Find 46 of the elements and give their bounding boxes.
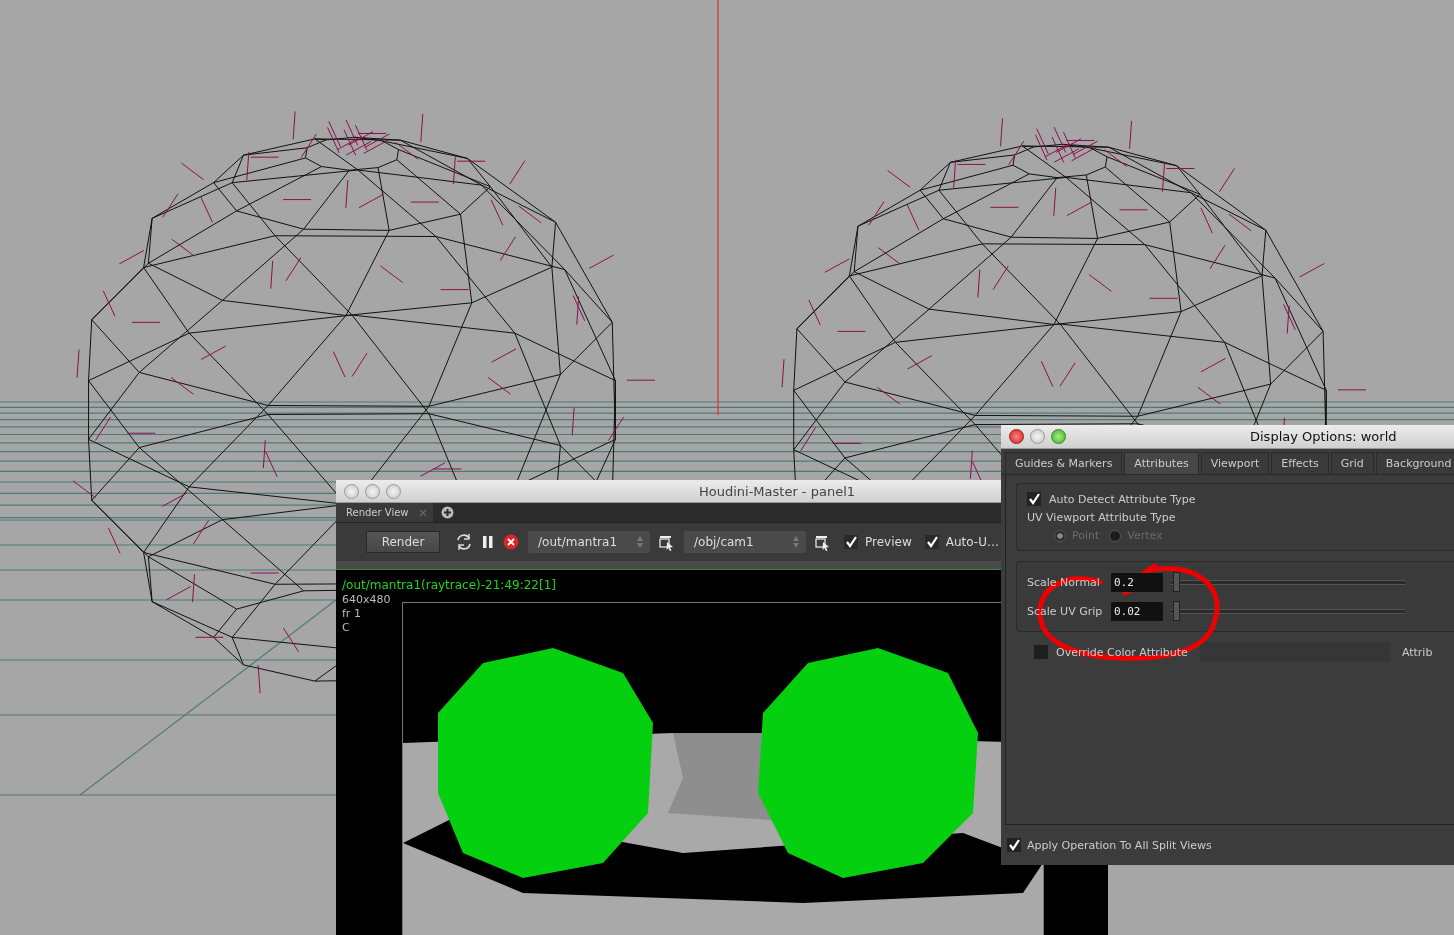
- renderer-dropdown[interactable]: /out/mantra1: [528, 531, 650, 553]
- refresh-icon[interactable]: [455, 533, 473, 551]
- number-field[interactable]: 0.02: [1111, 601, 1163, 621]
- close-icon[interactable]: [418, 508, 427, 517]
- camera-dropdown[interactable]: /obj/cam1: [684, 531, 806, 553]
- pause-icon[interactable]: [482, 535, 494, 549]
- render-info: fr 1: [342, 607, 361, 621]
- close-button[interactable]: [344, 483, 359, 499]
- checkbox-label: Apply Operation To All Split Views: [1027, 838, 1212, 852]
- field-label: Attrib: [1401, 645, 1433, 659]
- zoom-button[interactable]: [1051, 429, 1066, 444]
- stop-icon[interactable]: [503, 534, 519, 550]
- zoom-button[interactable]: [386, 483, 401, 499]
- minimize-button[interactable]: [365, 483, 380, 499]
- pick-icon[interactable]: [659, 533, 675, 551]
- tab[interactable]: Viewport: [1200, 452, 1270, 474]
- pick-icon[interactable]: [815, 533, 831, 551]
- tab[interactable]: Grid: [1330, 452, 1374, 474]
- checkbox[interactable]: [1007, 838, 1021, 852]
- checkbox-label: Preview: [865, 535, 912, 549]
- tab[interactable]: Background: [1375, 452, 1454, 474]
- render-info: 640x480: [342, 593, 391, 607]
- window-title: Display Options: world: [1250, 429, 1397, 444]
- checkbox[interactable]: [924, 535, 939, 549]
- checkbox-label: Auto Detect Attribute Type: [1049, 492, 1196, 506]
- field-label: UV Viewport Attribute Type: [1027, 511, 1177, 524]
- tab[interactable]: Effects: [1271, 452, 1329, 474]
- number-field[interactable]: 0.2: [1111, 572, 1163, 592]
- slider-handle[interactable]: [1173, 601, 1181, 621]
- render-header: /out/mantra1(raytrace)-21:49:22[1]: [342, 578, 556, 593]
- slider-handle[interactable]: [1173, 572, 1181, 592]
- close-button[interactable]: [1009, 429, 1024, 444]
- checkbox-label: Auto-U…: [945, 535, 999, 549]
- checkbox[interactable]: [1034, 645, 1048, 659]
- tab[interactable]: Guides & Markers: [1005, 452, 1123, 474]
- checkbox[interactable]: [1027, 492, 1041, 506]
- tab[interactable]: Attributes: [1124, 452, 1199, 474]
- minimize-button[interactable]: [1030, 429, 1045, 444]
- render-button[interactable]: Render: [366, 531, 440, 553]
- attribute-field[interactable]: [1199, 642, 1390, 662]
- spinner-arrows-icon[interactable]: [636, 535, 644, 549]
- spinner-arrows-icon[interactable]: [792, 535, 800, 549]
- render-info: C: [342, 621, 350, 635]
- add-tab-icon[interactable]: [440, 506, 454, 519]
- panel-tab[interactable]: Render View: [336, 503, 433, 522]
- checkbox[interactable]: [844, 535, 858, 549]
